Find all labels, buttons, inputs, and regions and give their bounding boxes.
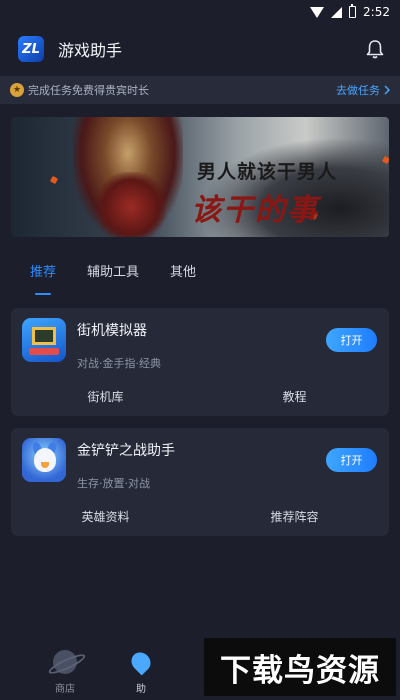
status-bar: 2:52 (0, 0, 400, 24)
watermark: 下载鸟资源 (204, 638, 396, 696)
planet-icon (53, 650, 77, 674)
nav-label: 商店 (55, 684, 75, 695)
bell-icon[interactable] (364, 38, 386, 60)
card-tags: 对战·金手指·经典 (77, 357, 161, 370)
signal-icon (331, 6, 343, 18)
banner-slogan-line1: 男人就该干男人 (197, 161, 338, 183)
tutorial-link[interactable]: 教程 (200, 376, 389, 416)
card-title: 金铲铲之战助手 (77, 443, 175, 459)
app-title: 游戏助手 (58, 41, 123, 60)
category-tabs: 推荐 辅助工具 其他 (0, 237, 400, 297)
app-card-arcade: 街机模拟器 对战·金手指·经典 打开 街机库 教程 (11, 308, 389, 416)
promo-banner[interactable]: 男人就该干男人 该干的事 (11, 117, 389, 237)
chevron-right-icon (384, 85, 390, 95)
tab-other[interactable]: 其他 (170, 261, 196, 283)
banner-spark (49, 175, 59, 185)
nav-item-assistant[interactable]: 助 (126, 640, 156, 700)
nav-label: 助 (136, 684, 146, 695)
nav-item-store[interactable]: 商店 (0, 640, 130, 700)
card-title: 街机模拟器 (77, 323, 147, 339)
medal-icon: ★ (10, 83, 24, 97)
banner-hero-armor (96, 172, 166, 237)
open-button[interactable]: 打开 (326, 328, 377, 352)
tab-tools[interactable]: 辅助工具 (87, 261, 139, 283)
do-task-link[interactable]: 去做任务 (336, 82, 390, 98)
banner-slogan-line2: 该干的事 (191, 193, 319, 228)
card-tags: 生存·放置·对战 (77, 477, 150, 490)
drop-icon (127, 648, 155, 676)
task-text: 完成任务免费得贵宾时长 (28, 84, 149, 97)
arcade-machine-icon[interactable] (22, 318, 66, 362)
penguin-icon[interactable] (22, 438, 66, 482)
app-bar: ZL 游戏助手 (0, 24, 400, 74)
app-card-tft: 金铲铲之战助手 生存·放置·对战 打开 英雄资料 推荐阵容 (11, 428, 389, 536)
arcade-library-link[interactable]: 街机库 (11, 376, 200, 416)
recommended-lineup-link[interactable]: 推荐阵容 (200, 496, 389, 536)
hero-info-link[interactable]: 英雄资料 (11, 496, 200, 536)
app-logo: ZL (18, 36, 44, 62)
open-button[interactable]: 打开 (326, 448, 377, 472)
tab-recommended[interactable]: 推荐 (30, 261, 56, 283)
wifi-icon (310, 6, 325, 18)
do-task-label: 去做任务 (336, 84, 380, 97)
battery-icon (349, 4, 357, 18)
status-time: 2:52 (363, 5, 390, 19)
task-bar: ★ 完成任务免费得贵宾时长 去做任务 (0, 76, 400, 104)
